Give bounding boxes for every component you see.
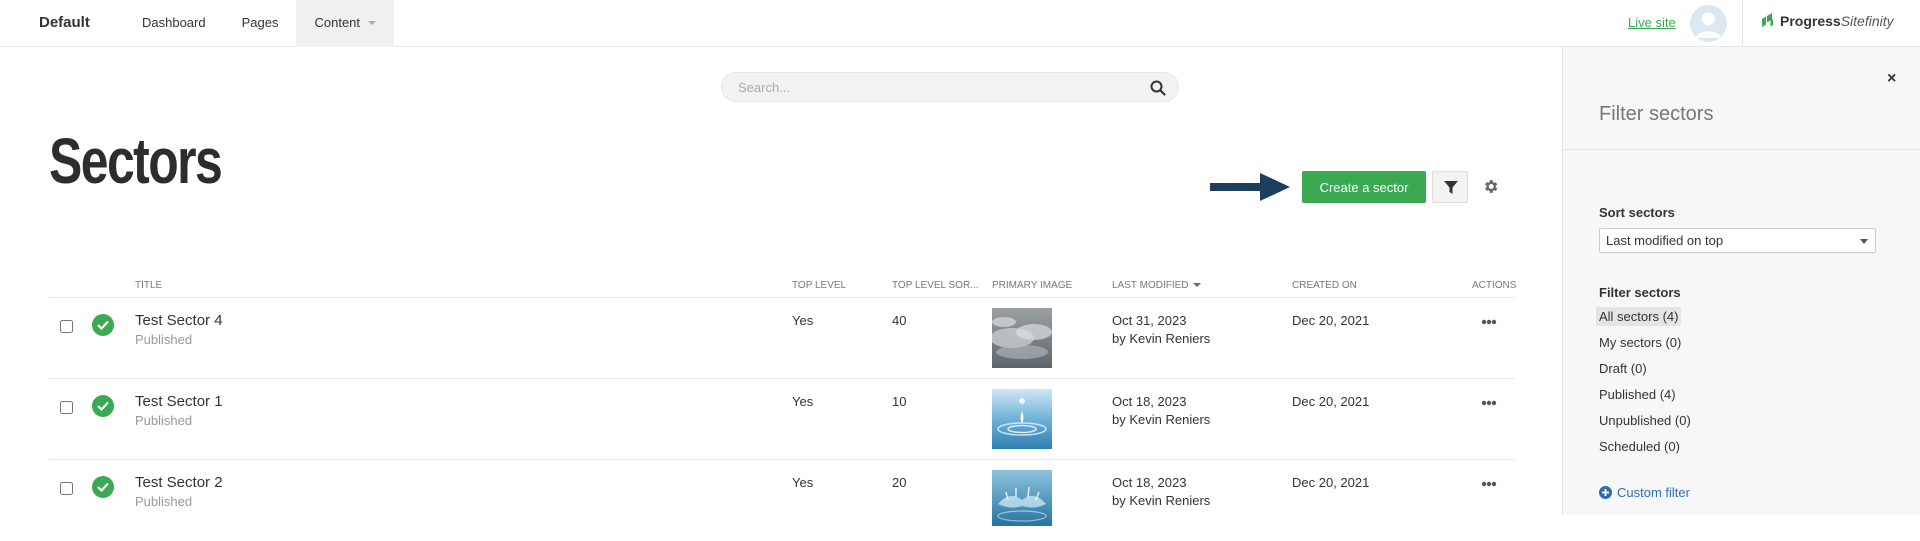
row-top-level: Yes [792,475,814,490]
filter-all-sectors[interactable]: All sectors (4) [1596,307,1682,326]
logo-secondary-text: Sitefinity [1840,13,1894,29]
filter-draft[interactable]: Draft (0) [1596,359,1650,378]
top-bar: Default Dashboard Pages Content Live sit… [0,0,1920,47]
check-icon [97,482,109,492]
nav-content[interactable]: Content [296,0,395,47]
search-input[interactable] [738,78,1138,96]
row-created-on: Dec 20, 2021 [1292,313,1370,328]
progress-logo: Progress Sitefinity [1760,13,1894,29]
check-icon [97,401,109,411]
row-title-link[interactable]: Test Sector 4 [135,312,223,329]
row-modified-by: by Kevin Reniers [1112,331,1211,346]
nav-dashboard[interactable]: Dashboard [124,0,224,47]
custom-filter-link[interactable]: Custom filter [1599,485,1690,500]
row-primary-image[interactable] [992,308,1052,368]
filter-panel: × Filter sectors Sort sectors Last modif… [1562,47,1920,515]
row-status: Published [135,332,193,347]
col-last-modified[interactable]: LAST MODIFIED [1112,280,1201,291]
sort-select[interactable]: Last modified on top [1599,228,1876,253]
filter-icon [1444,181,1458,194]
row-created-on: Dec 20, 2021 [1292,394,1370,409]
published-status-icon [92,314,114,336]
water-drop-image [992,389,1052,449]
filter-scheduled[interactable]: Scheduled (0) [1596,437,1683,456]
live-site-link[interactable]: Live site [1628,15,1676,30]
published-status-icon [92,476,114,498]
row-modified-by: by Kevin Reniers [1112,493,1211,508]
sort-select-value: Last modified on top [1606,233,1724,248]
row-top-level: Yes [792,394,814,409]
arrow-right-icon [1210,173,1290,201]
col-created-on: CREATED ON [1292,280,1357,291]
row-checkbox[interactable] [60,482,73,495]
row-sort-order: 20 [892,475,907,490]
more-actions-icon[interactable] [1481,481,1497,487]
check-icon [97,320,109,330]
close-icon[interactable]: × [1887,70,1896,88]
sort-desc-icon [1192,283,1201,287]
row-modified-date: Oct 18, 2023 [1112,475,1187,490]
col-title: TITLE [135,280,163,291]
row-sort-order: 10 [892,394,907,409]
row-modified-date: Oct 18, 2023 [1112,394,1187,409]
table-row: Test Sector 1 Published Yes 10 Oct 18, 2… [49,379,1514,460]
clouds-image [992,308,1052,368]
row-status: Published [135,413,193,428]
row-modified-date: Oct 31, 2023 [1112,313,1187,328]
col-actions: ACTIONS [1472,280,1517,291]
custom-filter-label: Custom filter [1617,485,1690,500]
filter-label: Filter sectors [1599,285,1681,300]
row-modified-by: by Kevin Reniers [1112,412,1211,427]
search-icon[interactable] [1150,80,1166,96]
row-top-level: Yes [792,313,814,328]
row-checkbox[interactable] [60,320,73,333]
divider [1742,0,1743,47]
filter-button[interactable] [1432,171,1468,203]
page-title: Sectors [49,125,223,197]
filter-unpublished[interactable]: Unpublished (0) [1596,411,1694,430]
water-splash-image [992,470,1052,526]
row-last-modified: Oct 31, 2023 by Kevin Reniers [1112,312,1210,348]
col-primary-image: PRIMARY IMAGE [992,280,1073,291]
row-sort-order: 40 [892,313,907,328]
row-created-on: Dec 20, 2021 [1292,475,1370,490]
create-sector-button[interactable]: Create a sector [1302,171,1426,203]
row-primary-image[interactable] [992,389,1052,449]
col-top-level: TOP LEVEL [792,280,847,291]
divider [1563,149,1920,150]
col-sort: TOP LEVEL SOR... [892,280,979,291]
row-primary-image[interactable] [992,470,1052,526]
progress-logo-icon [1762,13,1773,27]
user-icon [1696,12,1721,38]
logo-primary-text: Progress [1780,13,1841,29]
sort-label: Sort sectors [1599,205,1675,220]
col-last-modified-label: LAST MODIFIED [1112,280,1189,291]
avatar[interactable] [1690,5,1727,42]
filter-my-sectors[interactable]: My sectors (0) [1596,333,1684,352]
plus-circle-icon [1599,486,1612,499]
filter-published[interactable]: Published (4) [1596,385,1679,404]
row-last-modified: Oct 18, 2023 by Kevin Reniers [1112,393,1210,429]
nav-content-label: Content [314,15,361,30]
nav-pages[interactable]: Pages [224,0,297,47]
more-actions-icon[interactable] [1481,319,1497,325]
row-last-modified: Oct 18, 2023 by Kevin Reniers [1112,474,1210,510]
row-status: Published [135,494,193,509]
table-row: Test Sector 4 Published Yes 40 Oct 31, 2… [49,298,1514,379]
panel-title: Filter sectors [1599,103,1714,125]
row-title-link[interactable]: Test Sector 1 [135,393,223,410]
row-checkbox[interactable] [60,401,73,414]
table-header: TITLE TOP LEVEL TOP LEVEL SOR... PRIMARY… [49,275,1517,298]
chevron-down-icon [368,21,377,25]
chevron-down-icon [1860,239,1868,244]
row-title-link[interactable]: Test Sector 2 [135,474,223,491]
site-name[interactable]: Default [39,14,90,31]
search-box [721,72,1179,102]
gear-icon[interactable] [1482,178,1499,195]
table-row: Test Sector 2 Published Yes 20 Oct 18, 2… [49,460,1514,541]
published-status-icon [92,395,114,417]
more-actions-icon[interactable] [1481,400,1497,406]
main-nav: Dashboard Pages Content [124,0,395,47]
